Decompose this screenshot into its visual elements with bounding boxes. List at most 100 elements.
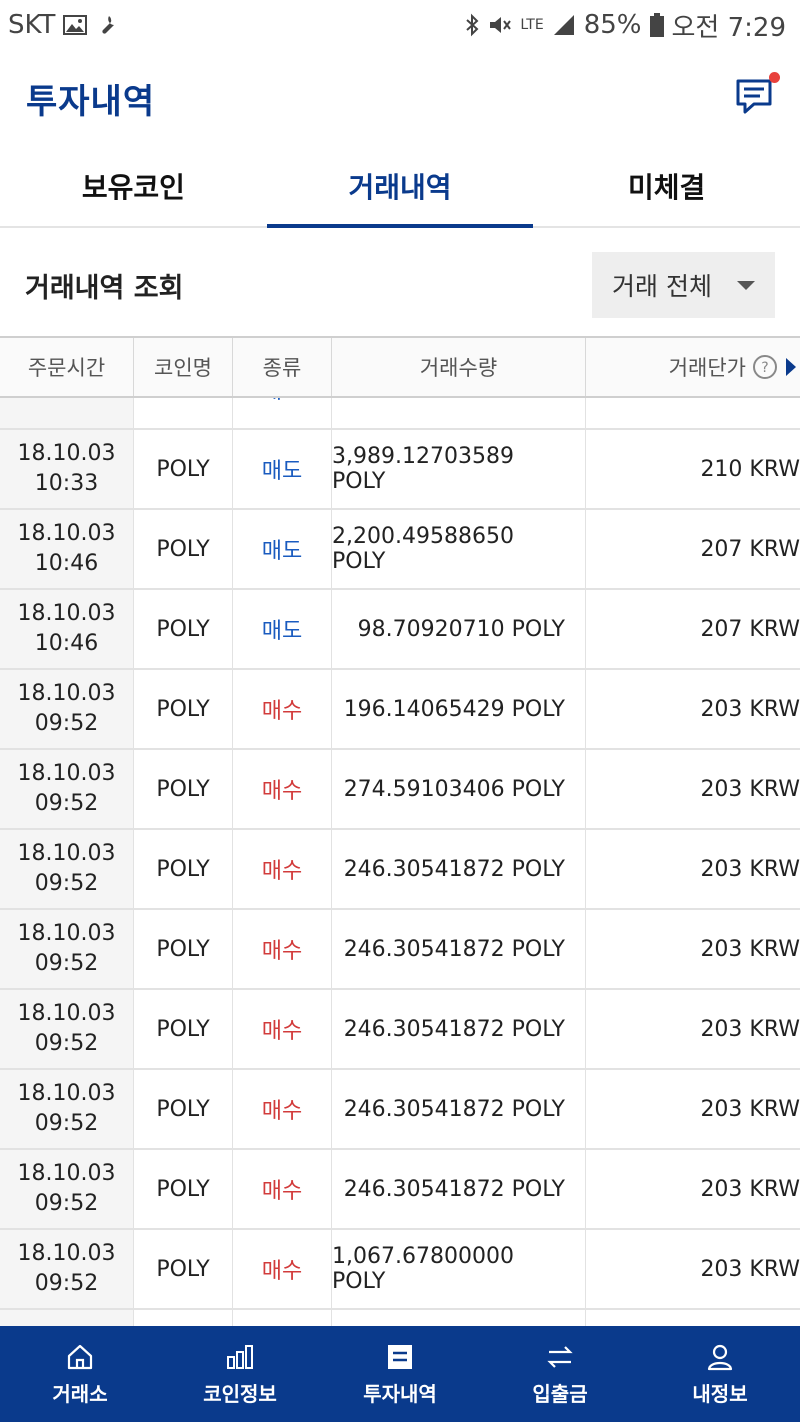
trade-type-cell: 매도 [233, 430, 332, 508]
user-icon [707, 1344, 733, 1370]
tab-holdings[interactable]: 보유코인 [0, 146, 267, 226]
trade-type-cell: 매수 [233, 1150, 332, 1228]
tab-bar: 보유코인 거래내역 미체결 [0, 146, 800, 228]
trade-price-cell: 203 KRW [700, 1176, 800, 1202]
column-header-amount: 거래수량 [332, 338, 586, 396]
order-time: 09:52 [34, 711, 99, 736]
table-header: 주문시간 코인명 종류 거래수량 거래단가 ? [0, 336, 800, 398]
table-row[interactable]: 18.10.03 09:52 POLY 매수 1,067.67800000 POLY 20… [0, 1230, 800, 1310]
trade-amount-cell: 246.30541872 POLY [332, 1150, 586, 1228]
scroll-right-icon[interactable] [786, 358, 796, 376]
coin-name-cell: POLY [134, 990, 233, 1068]
trade-type-cell: 매수 [233, 750, 332, 828]
order-time-cell: 18.10.03 09:52 [0, 910, 134, 988]
chat-button[interactable] [734, 72, 780, 120]
trade-amount-cell: 1,067.67800000 POLY [332, 1230, 586, 1308]
trade-price-cell: 203 KRW [700, 696, 800, 722]
coin-name-cell [134, 1310, 233, 1326]
battery-percent: 85% [583, 10, 642, 40]
nav-investment-history[interactable]: 투자내역 [320, 1326, 480, 1422]
order-time-cell: 18.10.03 09:52 [0, 830, 134, 908]
order-date: 18.10.03 [17, 921, 116, 946]
order-time-cell: 18.10.03 09:52 [0, 1230, 134, 1308]
table-row[interactable]: 19:46 POLY매도175.75163667 POLY203 KRW [0, 398, 800, 430]
bluetooth-icon [464, 13, 480, 37]
table-row[interactable]: 18.10.03 09:52 POLY 매수 246.30541872 POLY 203 … [0, 1070, 800, 1150]
trade-amount-cell: 246.30541872 POLY [332, 910, 586, 988]
order-date: 18.10.03 [17, 1241, 116, 1266]
trade-price-cell: 203 KRW [586, 398, 800, 428]
status-left: SKT [8, 10, 119, 40]
filter-row: 거래내역 조회 거래 전체 [0, 236, 800, 334]
order-time-cell: 18.10.03 09:52 [0, 1070, 134, 1148]
svg-text:?: ? [761, 360, 768, 376]
table-row[interactable]: 18.10.03 10:46 POLY 매도 98.70920710 POLY 207 K… [0, 590, 800, 670]
trade-amount-cell: 196.14065429 POLY [332, 670, 586, 748]
nav-label: 입출금 [532, 1381, 588, 1406]
trade-type-cell [233, 1310, 332, 1326]
mute-icon [488, 14, 512, 36]
order-date: 18.10.03 [17, 681, 116, 706]
trade-type-dropdown[interactable]: 거래 전체 [592, 252, 775, 318]
order-date: 18.10.03 [17, 601, 116, 626]
trade-type-cell: 매수 [233, 990, 332, 1068]
trade-price-cell: 207 KRW [700, 536, 800, 562]
order-time: 09:52 [34, 1031, 99, 1056]
trade-price-cell [586, 1310, 800, 1326]
tab-pending[interactable]: 미체결 [533, 146, 800, 226]
trade-type-cell: 매수 [233, 910, 332, 988]
trade-price-cell: 203 KRW [700, 856, 800, 882]
dropdown-value: 거래 전체 [612, 272, 712, 301]
order-time: 09:52 [34, 1191, 99, 1216]
trade-price-cell: 203 KRW [700, 1016, 800, 1042]
table-row[interactable]: 18.10.03 09:52 POLY 매수 196.14065429 POLY 203 … [0, 670, 800, 750]
table-rows: 19:46POLY매도175.75163667 POLY203 KRW18.10… [0, 398, 800, 1326]
tab-history[interactable]: 거래내역 [266, 146, 534, 228]
table-row[interactable]: 18.10.03 10:33 POLY 매도 3,989.12703589 POLY 21… [0, 430, 800, 510]
order-time-cell: 19:46 [0, 398, 134, 428]
nav-deposit-withdraw[interactable]: 입출금 [480, 1326, 640, 1422]
image-icon [63, 15, 88, 35]
battery-icon [649, 13, 664, 37]
table-row[interactable]: 18.10.03 10:46 POLY 매도 2,200.49588650 POLY 20… [0, 510, 800, 590]
table-row[interactable] [0, 1310, 800, 1326]
order-time: 09:52 [34, 1111, 99, 1136]
order-date: 18.10.03 [17, 521, 116, 546]
order-time: 19:46 [35, 398, 98, 404]
coin-name-cell: POLY [134, 910, 233, 988]
table-row[interactable]: 18.10.03 09:52 POLY 매수 246.30541872 POLY 203 … [0, 910, 800, 990]
table-row[interactable]: 18.10.03 09:52 POLY 매수 246.30541872 POLY 203 … [0, 990, 800, 1070]
order-time-cell: 18.10.03 10:33 [0, 430, 134, 508]
trade-price-cell: 203 KRW [700, 1096, 800, 1122]
table-body[interactable]: 19:46POLY매도175.75163667 POLY203 KRW18.10… [0, 398, 800, 1326]
trade-price-cell: 203 KRW [700, 776, 800, 802]
trade-price-cell: 203 KRW [700, 936, 800, 962]
order-time-cell: 18.10.03 09:52 [0, 750, 134, 828]
nav-exchange[interactable]: 거래소 [0, 1326, 160, 1422]
trade-amount-cell: 98.70920710 POLY [332, 590, 586, 668]
table-row[interactable]: 18.10.03 09:52 POLY 매수 246.30541872 POLY 203 … [0, 1150, 800, 1230]
trade-amount-cell [332, 1310, 586, 1326]
order-time-cell: 18.10.03 10:46 [0, 590, 134, 668]
coin-name-cell: POLY [134, 590, 233, 668]
trade-type-cell: 매도 [233, 510, 332, 588]
wrench-icon [95, 13, 119, 37]
coin-name-cell: POLY [134, 510, 233, 588]
help-icon[interactable]: ? [752, 354, 778, 380]
order-time: 09:52 [34, 871, 99, 896]
trade-amount-cell: 3,989.12703589 POLY [332, 430, 586, 508]
coin-name-cell: POLY [134, 398, 233, 428]
coin-name-cell: POLY [134, 430, 233, 508]
transfer-icon [547, 1345, 573, 1368]
trade-type-cell: 매도 [233, 398, 332, 428]
trade-price-cell: 207 KRW [700, 616, 800, 642]
nav-coin-info[interactable]: 코인정보 [160, 1326, 320, 1422]
column-header-order-time: 주문시간 [0, 338, 134, 396]
coin-name-cell: POLY [134, 750, 233, 828]
nav-my-info[interactable]: 내정보 [640, 1326, 800, 1422]
coin-name-cell: POLY [134, 1230, 233, 1308]
trade-type-cell: 매수 [233, 1230, 332, 1308]
table-row[interactable]: 18.10.03 09:52 POLY 매수 274.59103406 POLY 203 … [0, 750, 800, 830]
order-time: 09:52 [34, 951, 99, 976]
table-row[interactable]: 18.10.03 09:52 POLY 매수 246.30541872 POLY 203 … [0, 830, 800, 910]
